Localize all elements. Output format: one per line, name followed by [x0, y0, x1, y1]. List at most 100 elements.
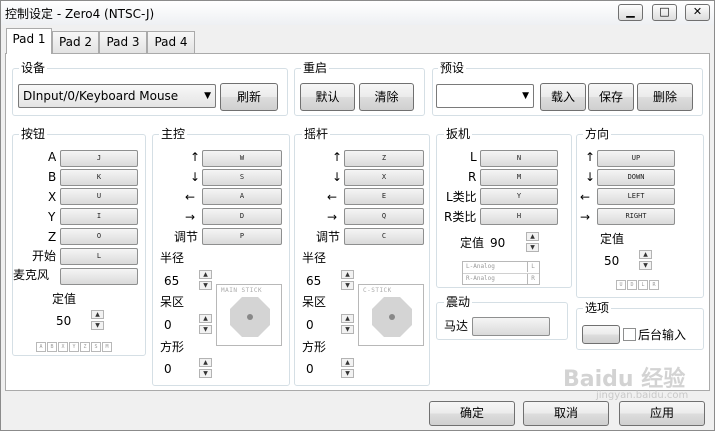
c-deadzone-value: 0	[306, 318, 314, 332]
ok-button[interactable]: 确定	[429, 401, 515, 426]
c-modifier-label: 调节	[316, 230, 341, 244]
spin-up-icon[interactable]: ▲	[199, 314, 212, 323]
spin-up-icon[interactable]: ▲	[91, 310, 104, 319]
c-stick-group-title: 摇杆	[302, 127, 331, 141]
spin-up-icon[interactable]: ▲	[199, 270, 212, 279]
rumble-motor-binding[interactable]	[472, 317, 550, 336]
device-select-value: DInput/0/Keyboard Mouse	[23, 89, 179, 103]
maximize-icon[interactable]: □	[652, 4, 677, 21]
button-a-binding[interactable]: J	[60, 150, 138, 167]
c-left-binding[interactable]: E	[344, 188, 424, 205]
dpad-up-binding[interactable]: UP	[597, 150, 675, 167]
main-deadzone-spinner[interactable]: ▲ ▼	[199, 314, 212, 334]
spin-down-icon[interactable]: ▼	[199, 369, 212, 378]
main-down-binding[interactable]: S	[202, 169, 282, 186]
spin-down-icon[interactable]: ▼	[341, 369, 354, 378]
main-right-label: →	[185, 210, 196, 224]
background-input-label: 后台输入	[638, 328, 687, 342]
device-group-title: 设备	[19, 61, 48, 75]
triggers-threshold-spinner[interactable]: ▲ ▼	[526, 232, 539, 252]
c-radius-spinner[interactable]: ▲ ▼	[341, 270, 354, 290]
dpad-left-binding[interactable]: LEFT	[597, 188, 675, 205]
close-icon[interactable]: ✕	[685, 4, 710, 21]
c-square-spinner[interactable]: ▲ ▼	[341, 358, 354, 378]
apply-button[interactable]: 应用	[619, 401, 705, 426]
c-right-binding[interactable]: Q	[344, 208, 424, 225]
main-right-binding[interactable]: D	[202, 208, 282, 225]
chevron-down-icon: ▼	[204, 91, 211, 101]
c-stick-caption: C-STICK	[363, 287, 392, 294]
main-radius-spinner[interactable]: ▲ ▼	[199, 270, 212, 290]
button-start-binding[interactable]: L	[60, 248, 138, 265]
load-preset-button[interactable]: 载入	[540, 83, 586, 111]
button-x-binding[interactable]: U	[60, 188, 138, 205]
dpad-threshold-spinner[interactable]: ▲ ▼	[639, 250, 652, 270]
default-button[interactable]: 默认	[300, 83, 355, 111]
c-down-binding[interactable]: X	[344, 169, 424, 186]
minimize-icon[interactable]: ▁	[618, 4, 643, 21]
spin-up-icon[interactable]: ▲	[526, 232, 539, 241]
spin-down-icon[interactable]: ▼	[526, 243, 539, 252]
trigger-r-label: R	[468, 170, 477, 184]
spin-down-icon[interactable]: ▼	[199, 325, 212, 334]
c-up-binding[interactable]: Z	[344, 150, 424, 167]
main-left-binding[interactable]: A	[202, 188, 282, 205]
main-down-label: ↓	[190, 170, 201, 184]
spin-down-icon[interactable]: ▼	[199, 281, 212, 290]
button-z-binding[interactable]: O	[60, 228, 138, 245]
c-modifier-binding[interactable]: C	[344, 228, 424, 245]
title-bar[interactable]: 控制设定 - Zero4 (NTSC-J) ▁ □ ✕	[1, 1, 714, 25]
spin-down-icon[interactable]: ▼	[91, 321, 104, 330]
c-square-label: 方形	[302, 340, 327, 354]
indicator-mic: M	[102, 342, 112, 352]
spin-down-icon[interactable]: ▼	[639, 261, 652, 270]
dpad-down-binding[interactable]: DOWN	[597, 169, 675, 186]
watermark-url: jingyan.baidu.com	[596, 390, 689, 401]
spin-up-icon[interactable]: ▲	[639, 250, 652, 259]
spin-down-icon[interactable]: ▼	[341, 325, 354, 334]
device-select[interactable]: DInput/0/Keyboard Mouse ▼	[18, 84, 216, 108]
tab-pad-2[interactable]: Pad 2	[52, 31, 99, 53]
dpad-right-binding[interactable]: RIGHT	[597, 208, 675, 225]
main-square-value: 0	[164, 362, 172, 376]
save-preset-button[interactable]: 保存	[588, 83, 634, 111]
trigger-r-binding[interactable]: M	[480, 169, 558, 186]
spin-down-icon[interactable]: ▼	[341, 281, 354, 290]
refresh-button[interactable]: 刷新	[220, 83, 278, 111]
trigger-r-analog-binding[interactable]: H	[480, 208, 558, 225]
button-y-binding[interactable]: I	[60, 208, 138, 225]
spin-up-icon[interactable]: ▲	[199, 358, 212, 367]
indicator-down: D	[627, 280, 637, 290]
indicator-start: S	[91, 342, 101, 352]
tab-pad-3[interactable]: Pad 3	[99, 31, 147, 53]
spin-up-icon[interactable]: ▲	[341, 314, 354, 323]
watermark-logo: Baidu 经验	[563, 367, 686, 392]
tab-pad-1[interactable]: Pad 1	[6, 28, 52, 54]
triggers-threshold-value: 90	[490, 236, 506, 250]
main-square-spinner[interactable]: ▲ ▼	[199, 358, 212, 378]
main-up-binding[interactable]: W	[202, 150, 282, 167]
buttons-threshold-spinner[interactable]: ▲ ▼	[91, 310, 104, 330]
main-modifier-binding[interactable]: P	[202, 228, 282, 245]
preset-select[interactable]: ▼	[436, 84, 534, 108]
c-stick-preview: C-STICK	[358, 284, 424, 346]
delete-preset-button[interactable]: 删除	[637, 83, 693, 111]
trigger-l-binding[interactable]: N	[480, 150, 558, 167]
spin-up-icon[interactable]: ▲	[341, 358, 354, 367]
analog-name: R-Analog	[466, 275, 495, 282]
trigger-l-analog-binding[interactable]: Y	[480, 188, 558, 205]
c-deadzone-spinner[interactable]: ▲ ▼	[341, 314, 354, 334]
dpad-down-label: ↓	[585, 170, 596, 184]
indicator-y: Y	[69, 342, 79, 352]
button-b-binding[interactable]: K	[60, 169, 138, 186]
analog-key: R	[527, 274, 538, 284]
options-button[interactable]	[582, 325, 620, 344]
tab-pad-4[interactable]: Pad 4	[147, 31, 195, 53]
cancel-button[interactable]: 取消	[523, 401, 609, 426]
clear-button[interactable]: 清除	[359, 83, 414, 111]
dpad-up-label: ↑	[585, 150, 596, 164]
preset-group-title: 预设	[438, 61, 467, 75]
spin-up-icon[interactable]: ▲	[341, 270, 354, 279]
button-mic-binding[interactable]	[60, 268, 138, 285]
background-input-checkbox[interactable]	[623, 328, 636, 341]
